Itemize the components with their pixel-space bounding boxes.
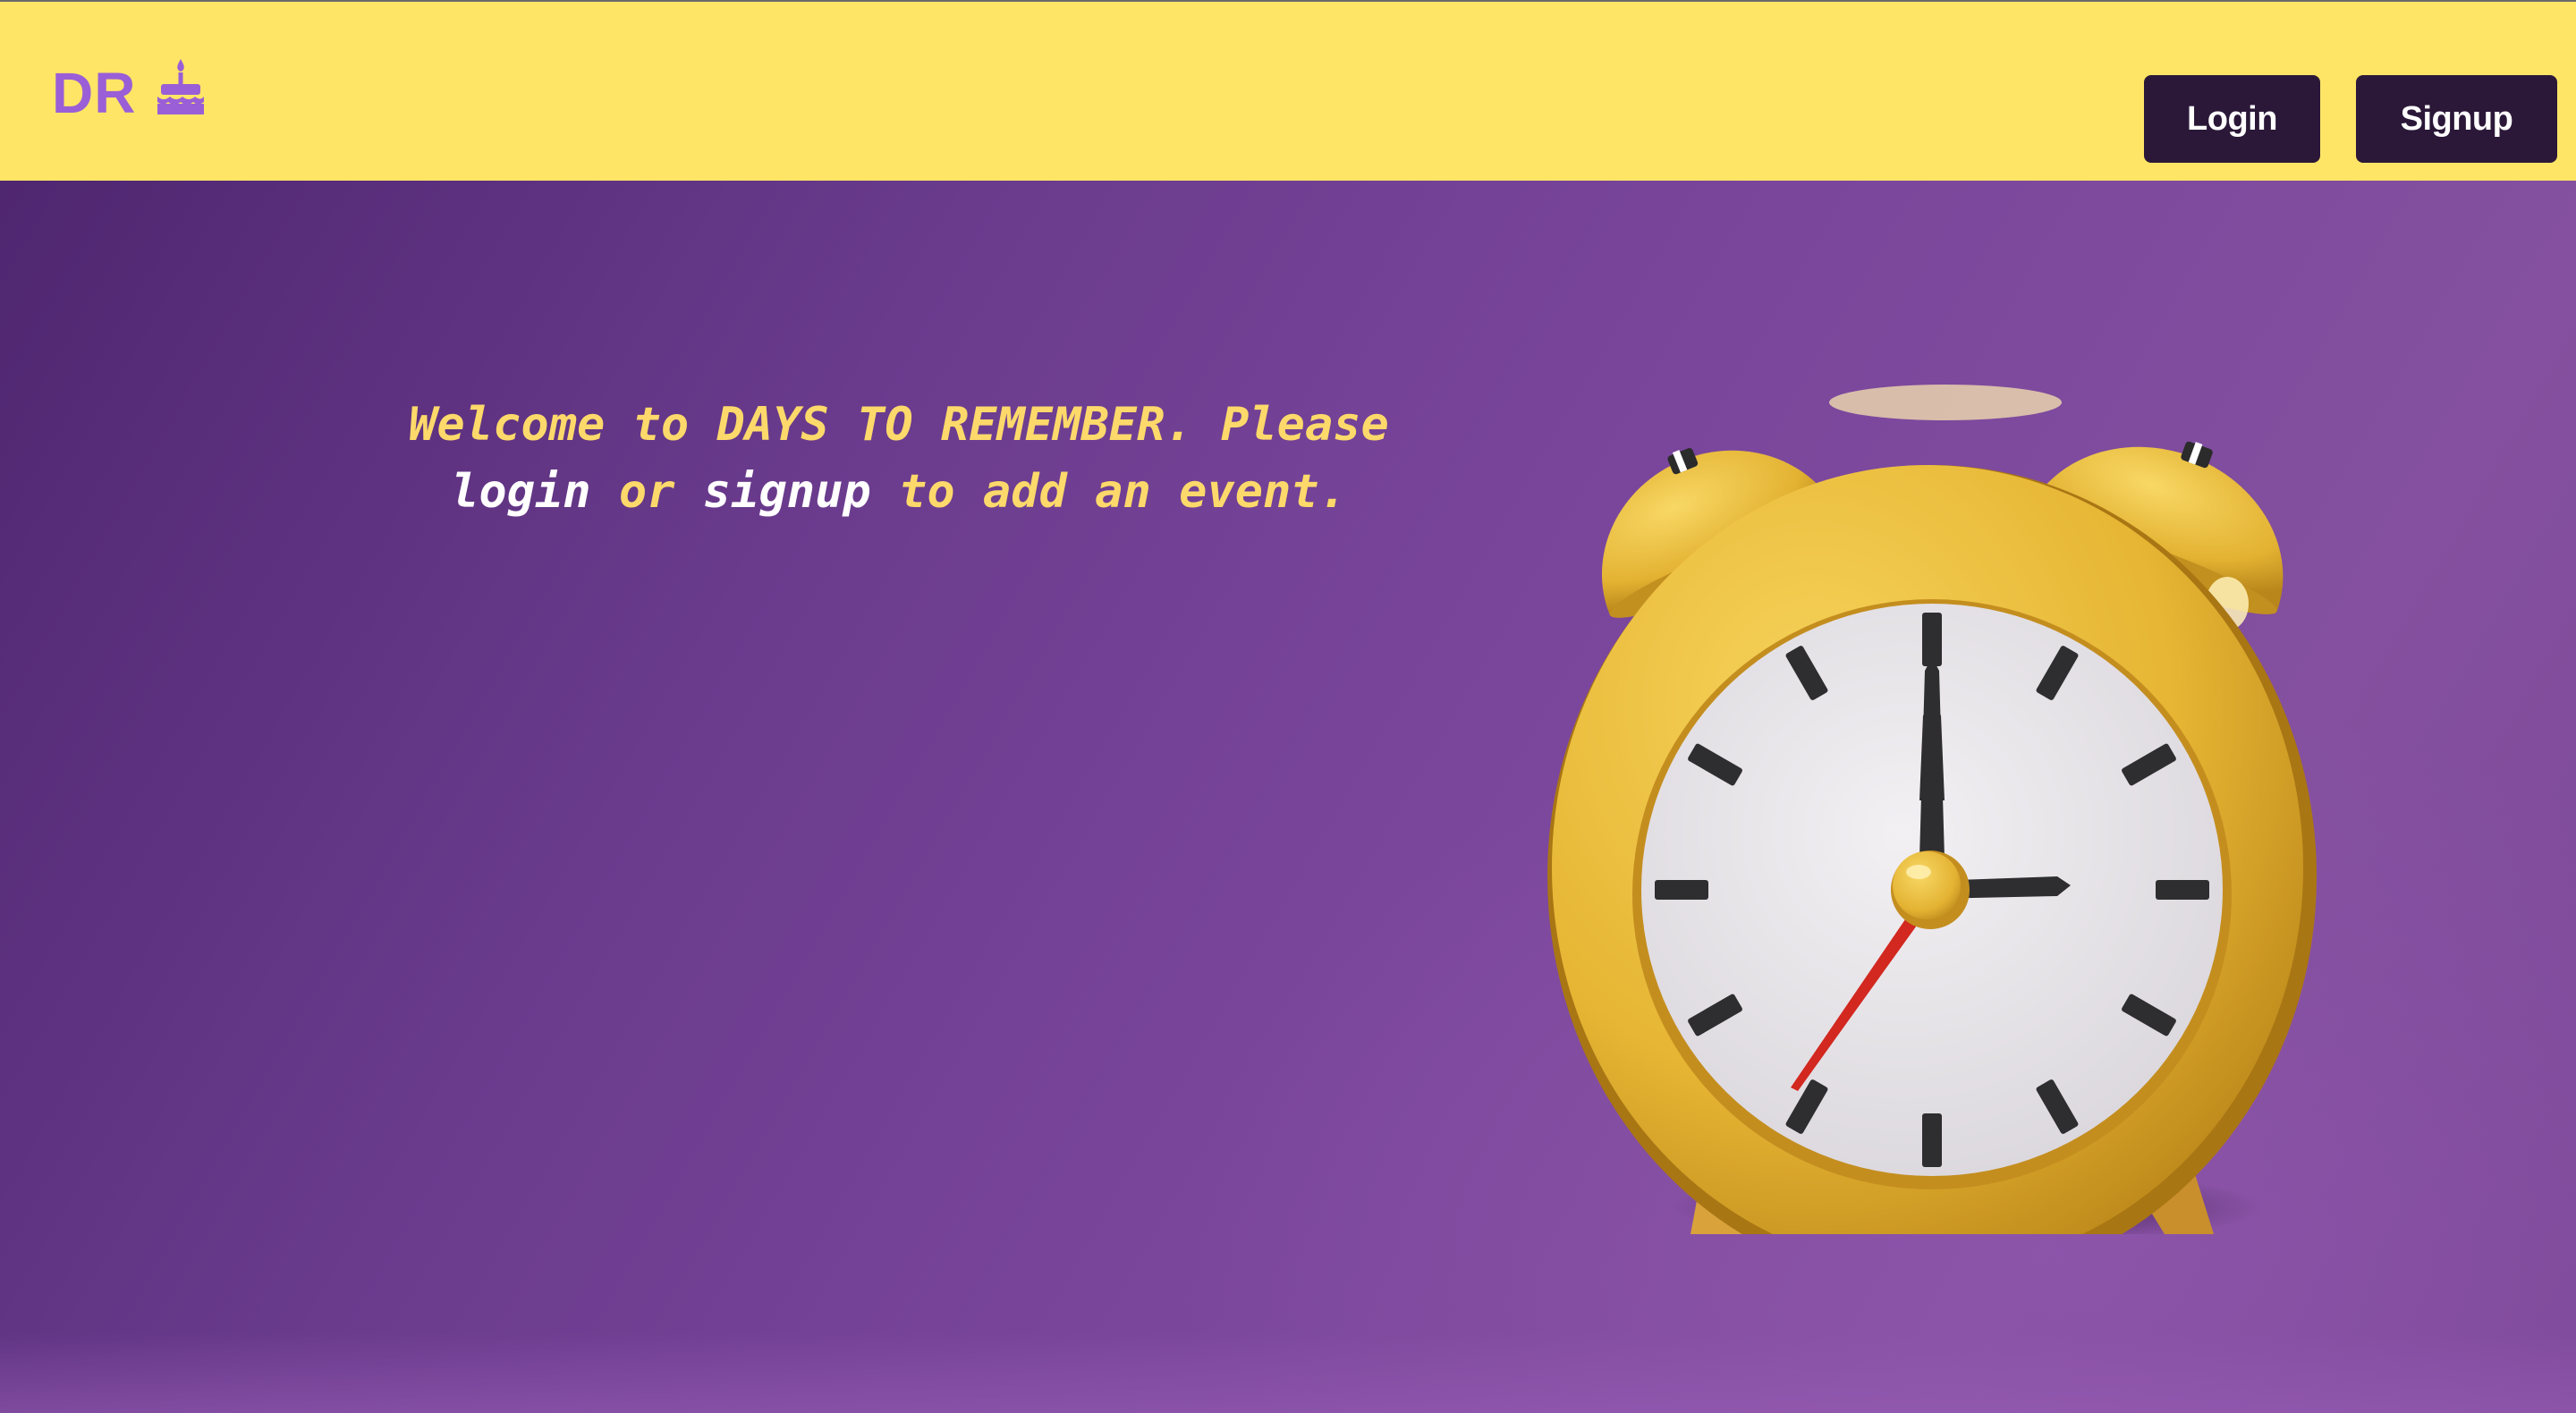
alarm-clock-illustration	[1538, 304, 2379, 1288]
welcome-suffix: to add an event.	[870, 465, 1347, 519]
signup-link[interactable]: signup	[703, 465, 871, 519]
login-button[interactable]: Login	[2144, 75, 2320, 163]
welcome-or: or	[590, 465, 703, 519]
birthday-cake-icon	[157, 59, 205, 114]
alarm-clock-icon	[1547, 385, 2317, 1288]
brand-text: DR	[52, 61, 137, 125]
login-link[interactable]: login	[451, 465, 591, 519]
welcome-message: Welcome to DAYS TO REMEMBER. Please login…	[250, 392, 1547, 526]
welcome-prefix: Welcome to DAYS TO REMEMBER. Please	[409, 398, 1389, 452]
navbar: DR Login Signup	[0, 2, 2576, 181]
floor-shading	[0, 1333, 2576, 1413]
brand-logo[interactable]: DR	[52, 59, 206, 125]
signup-button[interactable]: Signup	[2356, 75, 2557, 163]
